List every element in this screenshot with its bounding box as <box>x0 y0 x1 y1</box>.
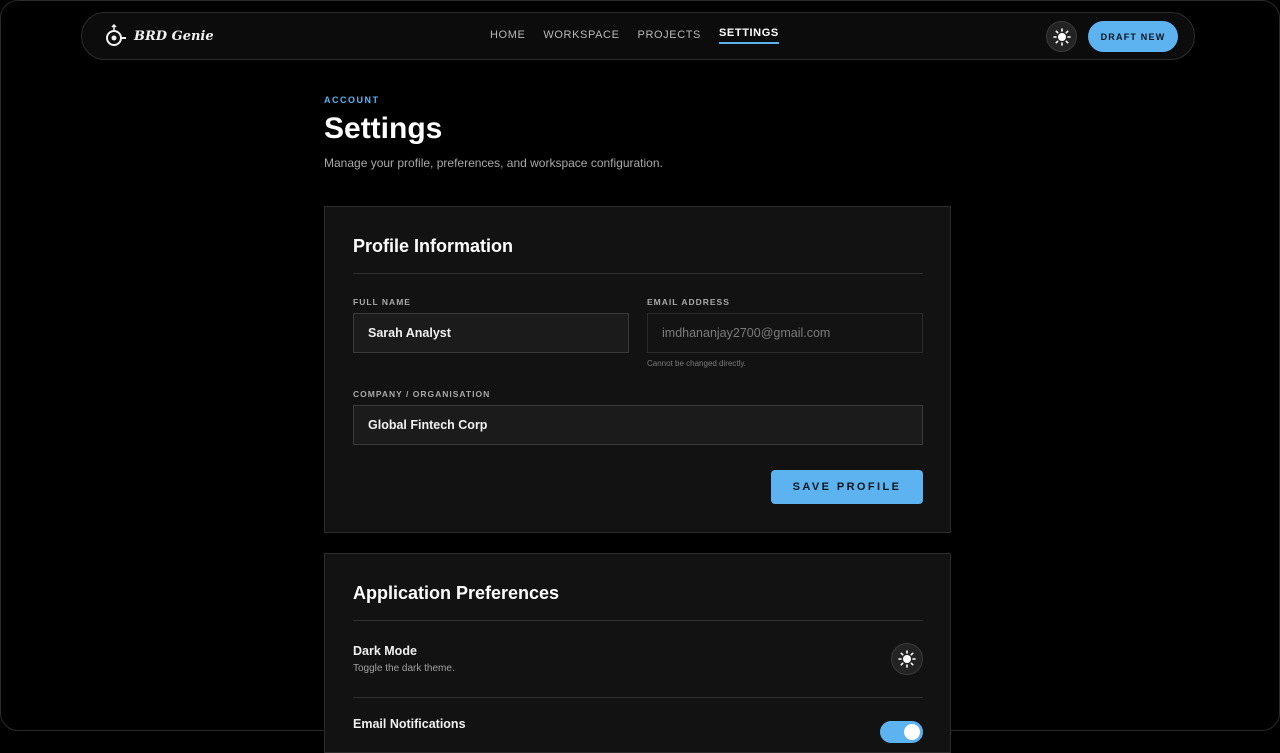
page-subtitle: Manage your profile, preferences, and wo… <box>324 156 663 170</box>
nav-home[interactable]: HOME <box>490 29 525 44</box>
divider <box>353 273 923 274</box>
preferences-card: Application Preferences Dark Mode Toggle… <box>324 553 951 753</box>
divider <box>353 620 923 621</box>
dark-mode-toggle[interactable] <box>891 643 923 675</box>
nav-projects[interactable]: PROJECTS <box>638 29 701 44</box>
genie-lamp-icon <box>106 23 126 46</box>
nav-workspace[interactable]: WORKSPACE <box>543 29 619 44</box>
toggle-knob <box>904 724 920 740</box>
email-notifications-toggle[interactable] <box>880 721 923 743</box>
brand-name: BRD Genie <box>134 28 214 44</box>
draft-new-button[interactable]: DRAFT NEW <box>1088 21 1178 52</box>
dark-mode-label: Dark Mode <box>353 644 417 658</box>
email-notifications-label: Email Notifications <box>353 717 466 731</box>
section-eyebrow: ACCOUNT <box>324 95 380 105</box>
top-navbar: BRD Genie HOME WORKSPACE PROJECTS SETTIN… <box>81 12 1195 60</box>
company-label: COMPANY / ORGANISATION <box>353 389 491 399</box>
save-profile-button[interactable]: SAVE PROFILE <box>771 470 923 504</box>
theme-toggle-button[interactable] <box>1046 21 1077 52</box>
nav-settings[interactable]: SETTINGS <box>719 27 779 44</box>
sun-icon <box>1052 27 1071 46</box>
page-title: Settings <box>324 112 443 145</box>
email-input: imdhananjay2700@gmail.com <box>647 313 923 353</box>
full-name-input[interactable]: Sarah Analyst <box>353 313 629 353</box>
profile-card: Profile Information FULL NAME Sarah Anal… <box>324 206 951 533</box>
dark-mode-description: Toggle the dark theme. <box>353 663 455 674</box>
preferences-card-title: Application Preferences <box>353 583 560 603</box>
brand-logo[interactable]: BRD Genie <box>104 23 214 49</box>
sun-icon <box>898 650 916 668</box>
nav-links: HOME WORKSPACE PROJECTS SETTINGS <box>490 27 797 44</box>
email-label: EMAIL ADDRESS <box>647 297 730 307</box>
profile-card-title: Profile Information <box>353 236 514 256</box>
email-hint: Cannot be changed directly. <box>647 359 747 368</box>
company-input[interactable]: Global Fintech Corp <box>353 405 923 445</box>
divider <box>353 697 923 698</box>
full-name-label: FULL NAME <box>353 297 411 307</box>
